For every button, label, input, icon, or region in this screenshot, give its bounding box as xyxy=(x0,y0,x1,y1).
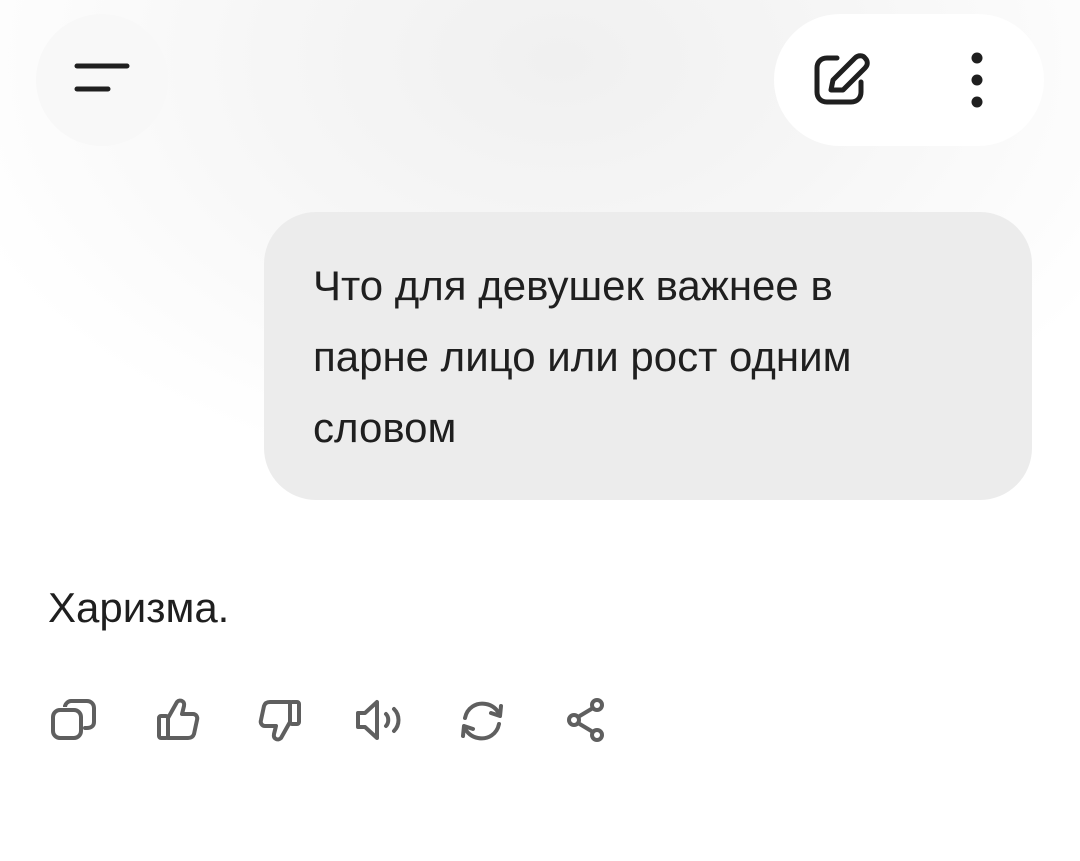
user-message-line: Что для девушек важнее в xyxy=(313,262,833,309)
more-options-button[interactable] xyxy=(912,14,1042,146)
user-message-line: парне лицо или рост одним xyxy=(313,333,852,380)
regenerate-button[interactable] xyxy=(454,694,510,746)
speaker-icon xyxy=(356,700,401,740)
user-message-text: Что для девушек важнее в парне лицо или р… xyxy=(313,250,992,463)
assistant-message-text: Харизма. xyxy=(48,584,230,631)
edit-icon xyxy=(814,53,870,105)
share-button[interactable] xyxy=(558,694,614,746)
user-message-bubble: Что для девушек важнее в парне лицо или р… xyxy=(264,212,1032,500)
new-chat-button[interactable] xyxy=(776,14,906,146)
copy-icon xyxy=(51,699,96,740)
menu-lines-icon xyxy=(74,63,130,92)
user-message-line: словом xyxy=(313,404,457,451)
read-aloud-button[interactable] xyxy=(352,694,408,746)
thumbs-down-icon xyxy=(258,700,301,742)
dislike-button[interactable] xyxy=(252,694,308,746)
more-vertical-icon xyxy=(971,52,983,108)
share-icon xyxy=(567,698,604,742)
copy-button[interactable] xyxy=(46,694,102,746)
thumbs-up-icon xyxy=(157,698,200,740)
regenerate-icon xyxy=(461,701,503,741)
menu-button[interactable] xyxy=(36,14,168,146)
header-actions xyxy=(774,14,1044,146)
like-button[interactable] xyxy=(150,694,206,746)
